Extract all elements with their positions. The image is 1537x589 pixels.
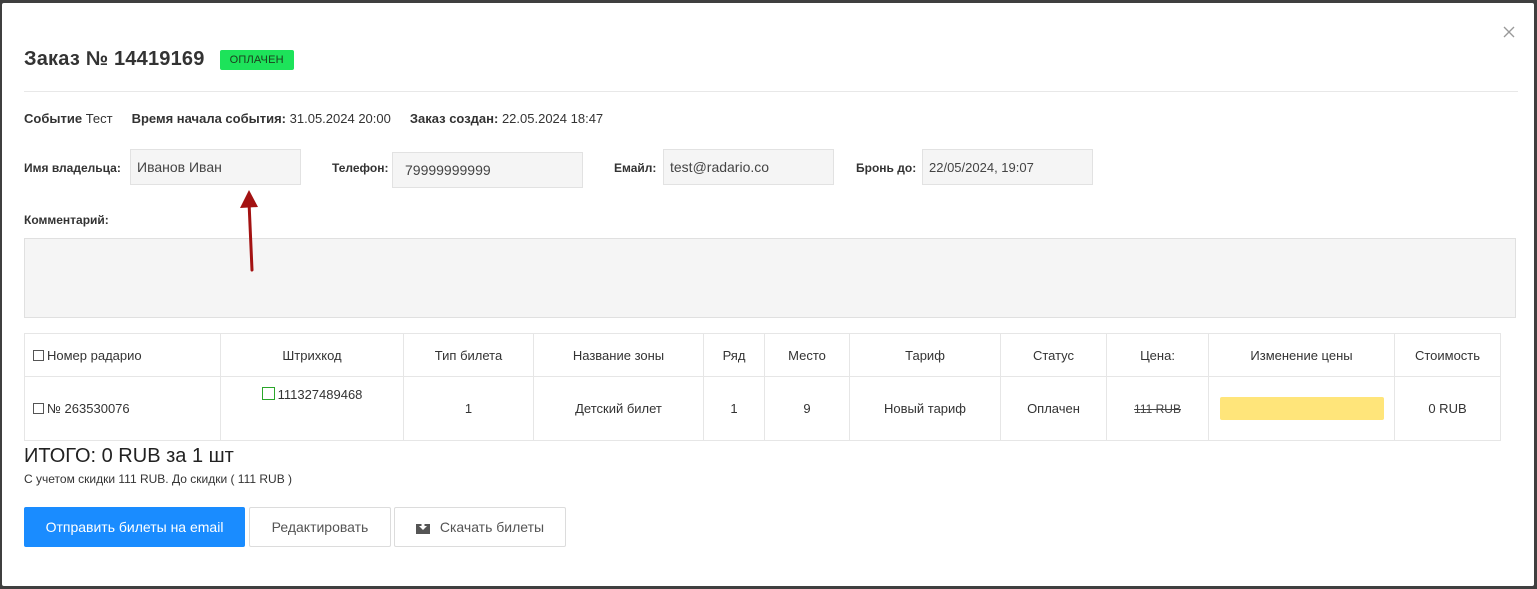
col-seat-header: Место — [764, 333, 850, 377]
cell-seat: 9 — [764, 376, 850, 441]
table-row: № 263530076 111327489468 1 Детский билет… — [24, 376, 1501, 441]
owner-label: Имя владельца: — [24, 161, 121, 175]
col-type-header: Тип билета — [403, 333, 534, 377]
ticket-number: № 263530076 — [47, 401, 130, 416]
event-info-item: Событие Тест — [24, 111, 113, 126]
cell-status: Оплачен — [1000, 376, 1107, 441]
row-checkbox[interactable] — [33, 403, 44, 414]
order-title: Заказ № 14419169 — [24, 48, 205, 70]
download-icon — [415, 520, 430, 534]
cell-tariff: Новый тариф — [849, 376, 1001, 441]
cell-price-change — [1208, 376, 1395, 441]
created-label: Заказ создан: — [409, 111, 499, 126]
col-status-header: Статус — [1000, 333, 1107, 377]
download-tickets-button[interactable]: Скачать билеты — [394, 507, 566, 547]
download-label: Скачать билеты — [439, 519, 545, 535]
email-field[interactable]: test@radario.co — [663, 149, 834, 185]
order-total: ИТОГО: 0 RUB за 1 шт — [24, 445, 234, 467]
cell-cost: 0 RUB — [1394, 376, 1501, 441]
select-all-checkbox[interactable] — [33, 349, 44, 361]
comment-label: Комментарий: — [24, 213, 109, 227]
phone-field[interactable]: 79999999999 — [392, 152, 583, 188]
order-modal: Заказ № 14419169 ОПЛАЧЕН Событие Тест Вр… — [2, 3, 1534, 586]
created-info-item: Заказ создан: 22.05.2024 18:47 — [410, 111, 603, 126]
col-price-header: Цена: — [1106, 333, 1209, 377]
title-row: Заказ № 14419169 ОПЛАЧЕН — [24, 48, 294, 71]
send-email-button[interactable]: Отправить билеты на email — [24, 507, 245, 547]
reserve-until-field[interactable]: 22/05/2024, 19:07 — [922, 149, 1093, 185]
cell-row: 1 — [703, 376, 765, 441]
col-cost-header: Стоимость — [1394, 333, 1501, 377]
barcode-checkbox[interactable] — [261, 387, 275, 400]
col-barcode-header: Штрихкод — [220, 333, 404, 377]
status-badge: ОПЛАЧЕН — [219, 49, 294, 70]
price-value: 111 RUB — [1134, 402, 1181, 416]
cell-number: № 263530076 — [24, 376, 221, 441]
event-label: Событие — [24, 111, 83, 126]
col-number-header: Номер радарио — [24, 333, 221, 377]
cell-ticket-type: 1 — [403, 376, 534, 441]
divider — [24, 91, 1518, 92]
event-info: Событие Тест Время начала события: 31.05… — [24, 111, 603, 126]
phone-label: Телефон: — [332, 161, 389, 175]
barcode-value: 111327489468 — [277, 387, 363, 402]
col-number-label: Номер радарио — [47, 347, 142, 363]
owner-name-field[interactable]: Иванов Иван — [130, 149, 301, 185]
start-label: Время начала события: — [131, 111, 287, 126]
col-row-header: Ряд — [703, 333, 765, 377]
annotation-arrow-icon — [240, 190, 258, 272]
email-label: Емайл: — [614, 161, 657, 175]
created-value: 22.05.2024 18:47 — [501, 111, 604, 126]
start-value: 31.05.2024 20:00 — [289, 111, 391, 126]
tickets-table: Номер радарио Штрихкод Тип билета Назван… — [24, 333, 1501, 441]
reserve-label: Бронь до: — [856, 161, 917, 175]
discount-note: С учетом скидки 111 RUB. До скидки ( 111… — [24, 472, 293, 486]
col-zone-header: Название зоны — [533, 333, 704, 377]
close-icon[interactable] — [1502, 25, 1516, 39]
edit-button[interactable]: Редактировать — [249, 507, 391, 547]
cell-price: 111 RUB — [1106, 376, 1209, 441]
start-info-item: Время начала события: 31.05.2024 20:00 — [132, 111, 391, 126]
event-value: Тест — [85, 111, 113, 126]
col-tariff-header: Тариф — [849, 333, 1001, 377]
cell-barcode: 111327489468 — [220, 376, 404, 441]
price-change-input[interactable] — [1219, 397, 1384, 420]
cell-zone: Детский билет — [533, 376, 704, 441]
col-price-change-header: Изменение цены — [1208, 333, 1395, 377]
table-header-row: Номер радарио Штрихкод Тип билета Назван… — [24, 333, 1501, 377]
